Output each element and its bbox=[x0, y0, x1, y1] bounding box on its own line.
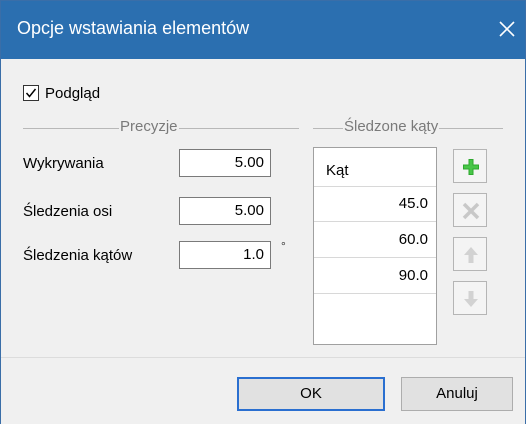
detection-input[interactable]: 5.00 bbox=[179, 149, 271, 177]
axis-tracking-input[interactable]: 5.00 bbox=[179, 197, 271, 225]
arrow-down-icon bbox=[464, 291, 478, 307]
preview-checkbox[interactable] bbox=[23, 85, 39, 101]
plus-icon bbox=[463, 159, 479, 175]
preview-checkbox-label: Podgląd bbox=[45, 85, 101, 102]
title-bar[interactable]: Opcje wstawiania elementów bbox=[1, 1, 525, 59]
axis-tracking-label: Śledzenia osi bbox=[23, 203, 113, 220]
ok-button[interactable]: OK bbox=[237, 377, 385, 411]
angle-tracking-input[interactable]: 1.0 bbox=[179, 241, 271, 269]
move-down-button[interactable] bbox=[453, 281, 487, 315]
delete-icon bbox=[462, 202, 480, 220]
tracked-angles-list[interactable]: Kąt 45.0 60.0 90.0 bbox=[313, 147, 437, 345]
degree-unit: ° bbox=[281, 239, 286, 253]
tracked-angles-group-title: Śledzone kąty bbox=[343, 118, 440, 135]
precision-group-title: Precyzje bbox=[119, 118, 179, 135]
arrow-up-icon bbox=[464, 247, 478, 263]
list-item[interactable]: 60.0 bbox=[314, 222, 436, 258]
add-angle-button[interactable] bbox=[453, 149, 487, 183]
detection-label: Wykrywania bbox=[23, 155, 104, 172]
delete-angle-button[interactable] bbox=[453, 193, 487, 227]
angle-column-header: Kąt bbox=[326, 162, 349, 179]
close-icon bbox=[499, 21, 515, 37]
angle-value: 45.0 bbox=[398, 195, 428, 212]
move-up-button[interactable] bbox=[453, 237, 487, 271]
angle-tracking-label: Śledzenia kątów bbox=[23, 247, 133, 264]
list-item[interactable]: 90.0 bbox=[314, 258, 436, 294]
list-item[interactable]: 45.0 bbox=[314, 186, 436, 222]
angle-value: 60.0 bbox=[398, 231, 428, 248]
list-column-header[interactable]: Kąt bbox=[314, 148, 436, 187]
checkmark-icon bbox=[25, 88, 37, 98]
angle-value: 90.0 bbox=[398, 267, 428, 284]
options-dialog: Opcje wstawiania elementów Podgląd Precy… bbox=[0, 0, 526, 424]
cancel-button[interactable]: Anuluj bbox=[401, 377, 513, 411]
close-button[interactable] bbox=[493, 15, 521, 43]
window-title: Opcje wstawiania elementów bbox=[17, 18, 250, 38]
